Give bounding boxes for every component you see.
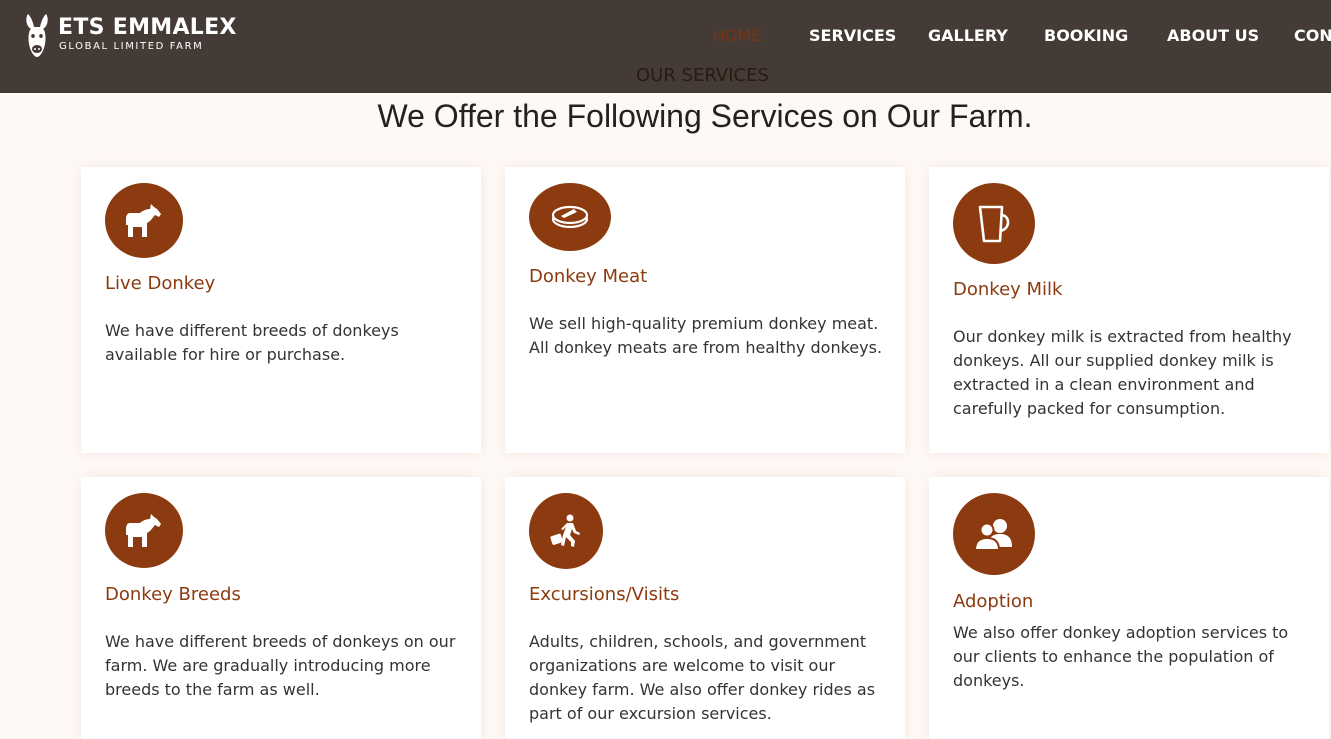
page-title: We Offer the Following Services on Our F… bbox=[377, 98, 1033, 134]
brand-name: ETS EMMALEX bbox=[58, 15, 237, 40]
section-eyebrow: OUR SERVICES bbox=[636, 65, 769, 86]
service-title: Live Donkey bbox=[105, 273, 216, 294]
nav-home[interactable]: HOME bbox=[713, 26, 762, 46]
service-description: We have different breeds of donkeys avai… bbox=[105, 321, 399, 364]
traveler-icon bbox=[529, 493, 603, 569]
service-description: We sell high-quality premium donkey meat… bbox=[529, 314, 883, 357]
service-description: We also offer donkey adoption services t… bbox=[953, 623, 1289, 690]
service-card-live-donkey: Live Donkey We have different breeds of … bbox=[81, 167, 481, 453]
service-card-adoption: Adoption We also offer donkey adoption s… bbox=[929, 477, 1329, 739]
site-header: ETS EMMALEX GLOBAL LIMITED FARM HOME SER… bbox=[0, 0, 1331, 93]
service-title: Donkey Breeds bbox=[105, 584, 241, 605]
service-title: Adoption bbox=[953, 591, 1034, 612]
nav-gallery[interactable]: GALLERY bbox=[928, 26, 1008, 46]
mug-icon bbox=[953, 183, 1035, 264]
nav-contact[interactable]: CONT bbox=[1294, 26, 1331, 46]
donkey-head-icon bbox=[26, 14, 48, 57]
service-title: Excursions/Visits bbox=[529, 584, 680, 605]
service-title: Donkey Meat bbox=[529, 266, 648, 287]
brand-subtitle: GLOBAL LIMITED FARM bbox=[59, 41, 204, 52]
users-icon bbox=[953, 493, 1035, 575]
donkey-icon bbox=[105, 493, 183, 568]
service-card-donkey-breeds: Donkey Breeds We have different breeds o… bbox=[81, 477, 481, 739]
nav-about-us[interactable]: ABOUT US bbox=[1167, 26, 1259, 46]
service-card-donkey-milk: Donkey Milk Our donkey milk is extracted… bbox=[929, 167, 1329, 453]
service-description: We have different breeds of donkeys on o… bbox=[105, 632, 456, 699]
service-description: Adults, children, schools, and governmen… bbox=[529, 632, 876, 723]
service-card-donkey-meat: Donkey Meat We sell high-quality premium… bbox=[505, 167, 905, 453]
service-title: Donkey Milk bbox=[953, 279, 1063, 300]
nav-services[interactable]: SERVICES bbox=[809, 26, 896, 46]
nav-booking[interactable]: BOOKING bbox=[1044, 26, 1128, 46]
service-card-excursions: Excursions/Visits Adults, children, scho… bbox=[505, 477, 905, 739]
brand-logo[interactable]: ETS EMMALEX GLOBAL LIMITED FARM bbox=[22, 12, 237, 58]
service-description: Our donkey milk is extracted from health… bbox=[953, 327, 1292, 418]
steak-icon bbox=[529, 183, 611, 251]
donkey-icon bbox=[105, 183, 183, 258]
